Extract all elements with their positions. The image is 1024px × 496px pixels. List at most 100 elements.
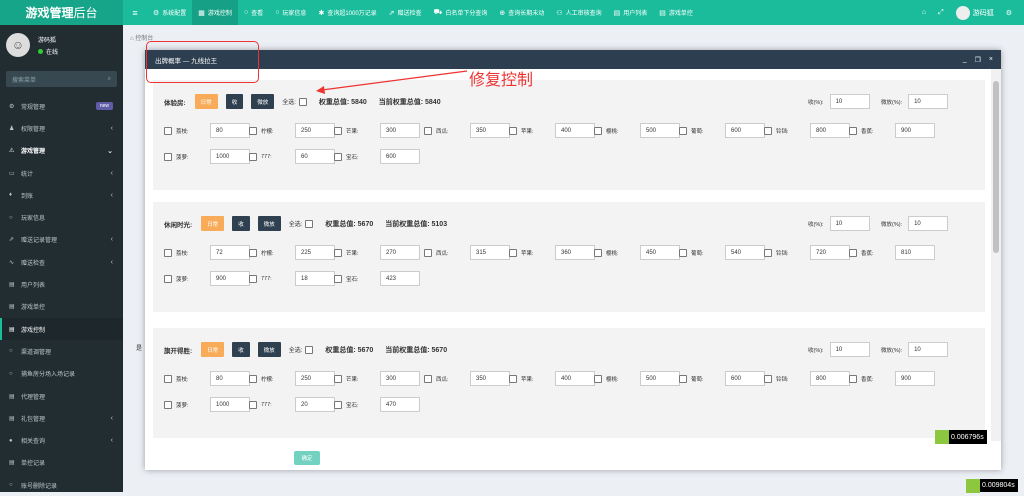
topnav-item[interactable]: ▤ 游戏单控 [653,0,699,25]
item-checkbox[interactable] [764,248,772,257]
weifang-button[interactable]: 微放 [257,342,281,357]
shou-percent-input[interactable]: 10 [829,216,870,231]
item-checkbox[interactable] [424,374,432,383]
sidebar-item[interactable]: ▤ 用户列表 [0,273,123,295]
item-checkbox[interactable] [679,248,687,257]
item-weight-input[interactable]: 500 [640,371,680,386]
item-checkbox[interactable] [679,374,687,383]
shou-percent-input[interactable]: 10 [829,342,870,357]
item-weight-input[interactable]: 810 [895,245,935,260]
modal-scrollbar[interactable] [991,69,1001,441]
sidebar-item[interactable]: ● 相关查询 ‹ [0,429,123,451]
item-checkbox[interactable] [509,126,517,135]
item-weight-input[interactable]: 18 [295,271,335,286]
item-weight-input[interactable]: 300 [380,371,420,386]
modal-header[interactable]: 出牌概率 — 九线拉王 _ ❐ × [145,50,1001,69]
item-checkbox[interactable] [679,126,687,135]
item-checkbox[interactable] [249,400,257,409]
weifang-button[interactable]: 微放 [251,94,275,109]
item-weight-input[interactable]: 350 [470,371,510,386]
select-all[interactable]: 全选: [289,219,314,228]
select-all-checkbox[interactable] [305,345,314,354]
item-checkbox[interactable] [509,248,517,257]
item-weight-input[interactable]: 270 [380,245,420,260]
item-weight-input[interactable]: 600 [725,371,765,386]
user-menu[interactable]: 游码狐 [950,5,1000,20]
shou-percent-input[interactable]: 10 [829,94,870,109]
item-checkbox[interactable] [249,248,257,257]
sidebar-item[interactable]: ○ 渠道调管理 [0,340,123,362]
item-weight-input[interactable]: 300 [380,123,420,138]
item-checkbox[interactable] [849,248,857,257]
item-checkbox[interactable] [334,274,342,283]
maximize-icon[interactable]: ❐ [975,56,981,64]
item-weight-input[interactable]: 60 [295,149,335,164]
home-icon[interactable]: ⌂ [916,9,932,16]
topnav-item[interactable]: ⚙ 系统配置 [147,0,192,25]
item-weight-input[interactable]: 800 [810,123,850,138]
daily-button[interactable]: 日常 [201,216,225,231]
item-checkbox[interactable] [164,400,172,409]
minimize-icon[interactable]: _ [963,56,967,64]
fang-percent-input[interactable]: 10 [908,94,949,109]
item-checkbox[interactable] [849,374,857,383]
topnav-item[interactable]: ▦ 游戏控制 [192,0,238,25]
topnav-item[interactable]: ⊕ 查询长期未动 [493,0,550,25]
daily-button[interactable]: 日常 [201,342,225,357]
sidebar-item[interactable]: ○ 捕鱼房分场入场记录 [0,363,123,385]
topnav-item[interactable]: ○ 查看 [238,0,269,25]
menu-toggle-icon[interactable]: ≡ [123,8,147,18]
topnav-item[interactable]: ⛟ 白名单下分查询 [428,0,494,25]
item-weight-input[interactable]: 400 [555,123,595,138]
item-weight-input[interactable]: 80 [210,123,250,138]
brand-logo[interactable]: 游戏管理 后台 [0,0,123,25]
item-checkbox[interactable] [249,274,257,283]
item-checkbox[interactable] [334,400,342,409]
debug-timer-page[interactable]: 0.009804s [966,478,1018,493]
shou-button[interactable]: 收 [225,94,244,109]
shou-button[interactable]: 收 [232,342,250,357]
topnav-item[interactable]: ⇗ 赠送检查 [383,0,428,25]
item-checkbox[interactable] [334,374,342,383]
item-weight-input[interactable]: 423 [380,271,420,286]
item-weight-input[interactable]: 900 [210,271,250,286]
item-weight-input[interactable]: 250 [295,371,335,386]
select-all-checkbox[interactable] [305,219,314,228]
item-checkbox[interactable] [424,248,432,257]
item-weight-input[interactable]: 450 [640,245,680,260]
item-weight-input[interactable]: 540 [725,245,765,260]
item-checkbox[interactable] [594,374,602,383]
item-checkbox[interactable] [849,126,857,135]
item-weight-input[interactable]: 315 [470,245,510,260]
fang-percent-input[interactable]: 10 [908,342,949,357]
confirm-button[interactable]: 确定 [294,451,320,465]
sidebar-item[interactable]: ▤ 代理管理 [0,385,123,407]
item-weight-input[interactable]: 350 [470,123,510,138]
sidebar-search-input[interactable]: 搜索菜单 ⌕ [6,71,117,87]
item-weight-input[interactable]: 20 [295,397,335,412]
item-checkbox[interactable] [249,152,257,161]
item-checkbox[interactable] [249,374,257,383]
item-weight-input[interactable]: 1000 [210,397,250,412]
item-weight-input[interactable]: 900 [895,371,935,386]
sidebar-item[interactable]: ⚙ 常规管理 new [0,95,123,117]
item-weight-input[interactable]: 80 [210,371,250,386]
item-weight-input[interactable]: 600 [380,149,420,164]
scrollbar-thumb[interactable] [993,81,999,253]
item-checkbox[interactable] [164,126,172,135]
sidebar-item[interactable]: ▤ 礼包管理 ‹ [0,407,123,429]
item-weight-input[interactable]: 470 [380,397,420,412]
shou-button[interactable]: 收 [232,216,250,231]
item-checkbox[interactable] [164,152,172,161]
item-weight-input[interactable]: 72 [210,245,250,260]
search-icon[interactable]: ⌕ [108,76,111,83]
sidebar-item[interactable]: ▤ 游戏控制 [0,317,123,341]
item-weight-input[interactable]: 250 [295,123,335,138]
settings-gear-icon[interactable]: ⚙ [1000,9,1018,17]
select-all[interactable]: 全选: [289,345,314,354]
sidebar-item[interactable]: ∿ 赠送检查 ‹ [0,251,123,273]
sidebar-item[interactable]: ♦ 到账 ‹ [0,184,123,206]
item-weight-input[interactable]: 400 [555,371,595,386]
select-all-checkbox[interactable] [298,97,307,106]
item-weight-input[interactable]: 225 [295,245,335,260]
